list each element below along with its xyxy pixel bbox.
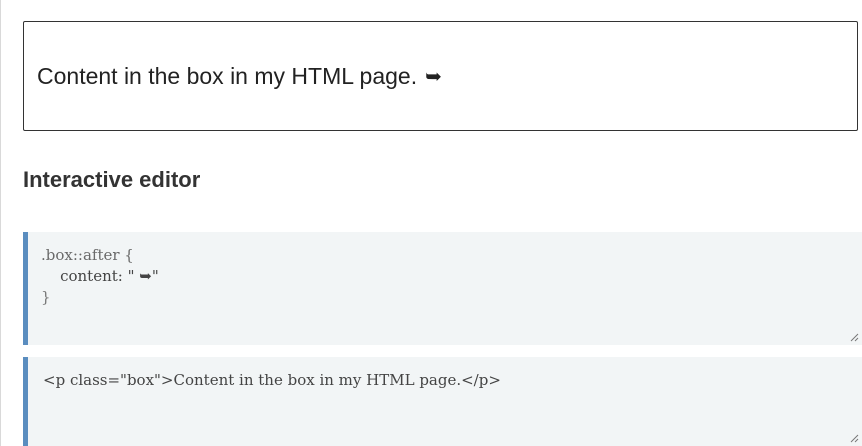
css-selector: .box::after { — [41, 246, 134, 264]
left-divider — [0, 0, 1, 446]
section-heading: Interactive editor — [23, 167, 201, 192]
html-editor[interactable]: <p class="box">Content in the box in my … — [23, 357, 862, 446]
css-code-line-3: } — [41, 287, 862, 308]
resize-handle-icon[interactable] — [849, 332, 859, 342]
box-text: Content in the box in my HTML page. — [37, 62, 418, 89]
resize-handle-icon[interactable] — [849, 433, 859, 443]
arrow-icon: ➥ — [425, 65, 442, 88]
output-box: Content in the box in my HTML page. ➥ — [23, 21, 858, 131]
page: Content in the box in my HTML page. ➥ In… — [0, 0, 862, 446]
css-value: " ➥" — [127, 267, 159, 285]
html-code-line-1: <p class="box">Content in the box in my … — [43, 370, 862, 391]
css-code-line-2: content: " ➥" — [41, 266, 862, 287]
css-editor[interactable]: .box::after { content: " ➥" } — [23, 232, 862, 345]
css-property: content: — [41, 267, 128, 285]
html-code: <p class="box">Content in the box in my … — [43, 371, 501, 389]
css-closing-brace: } — [41, 288, 51, 306]
css-code-line-1: .box::after { — [41, 245, 862, 266]
